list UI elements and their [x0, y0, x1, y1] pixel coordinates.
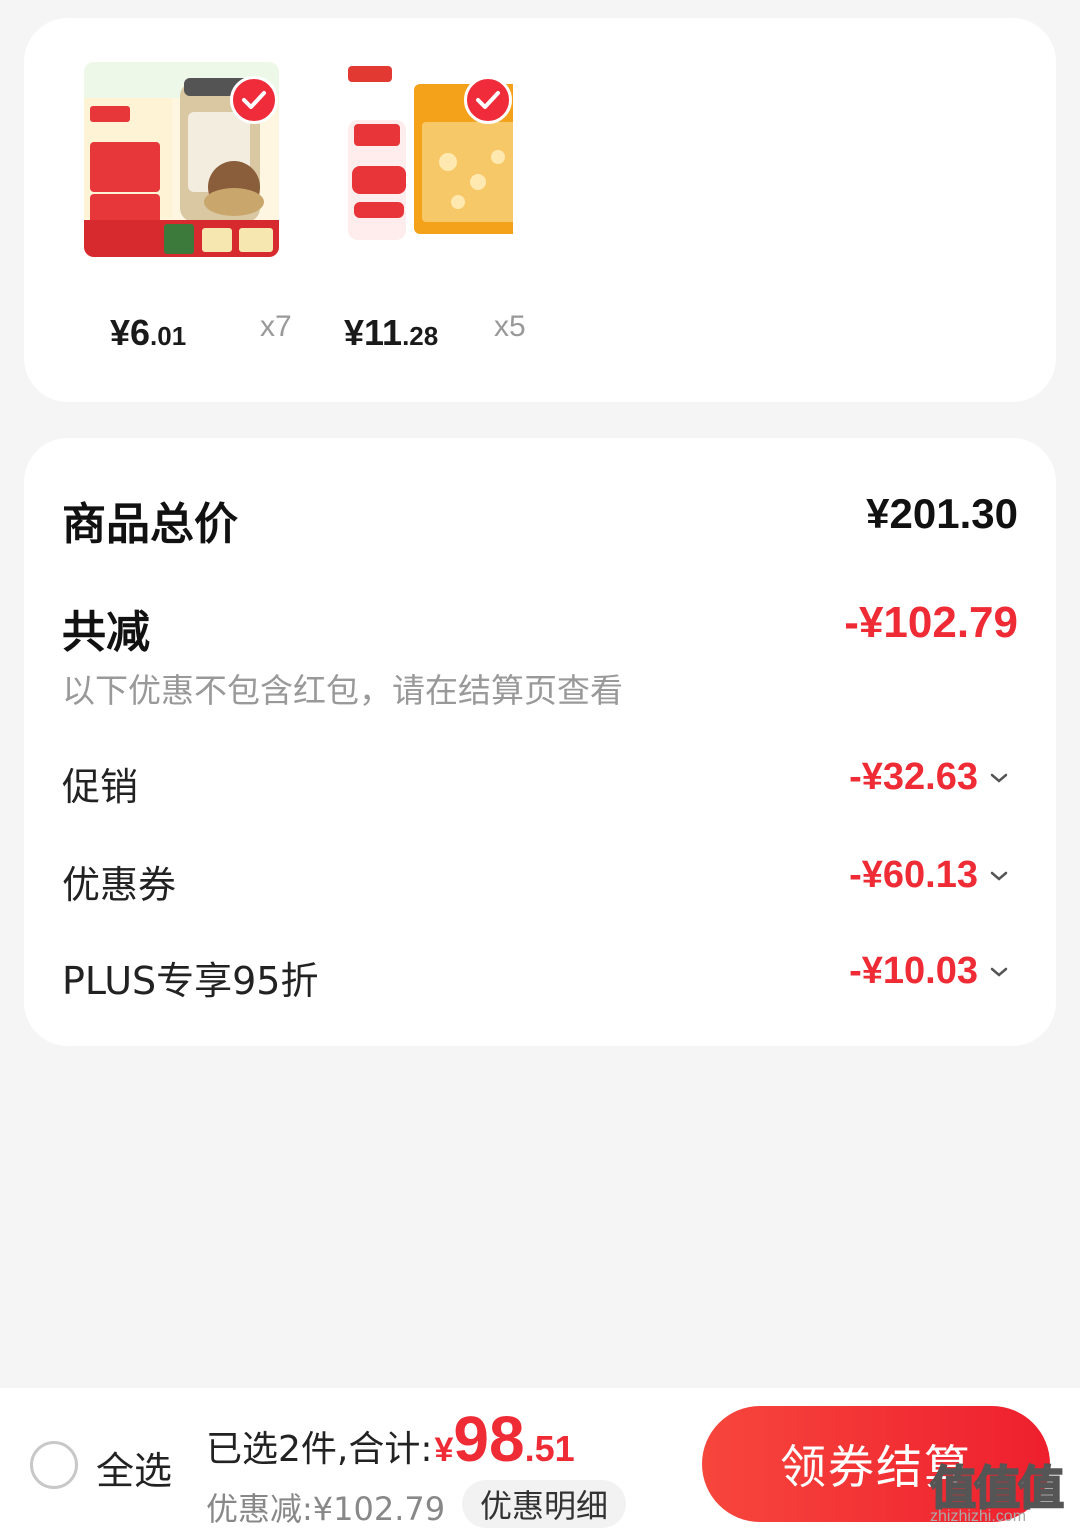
product-item[interactable]: ¥6.01 x7 [84, 62, 292, 362]
product-price: ¥11.28 [344, 312, 564, 372]
sum-integer: 98 [453, 1403, 525, 1475]
selected-summary: 已选2件,合计: ¥ 98 .51 [206, 1402, 575, 1476]
discount-detail-button[interactable]: 优惠明细 [462, 1480, 627, 1528]
watermark-site: zhizhizhi.com [930, 1508, 1027, 1525]
coupon-amount: -¥60.13 [849, 854, 978, 896]
plus-discount-value[interactable]: -¥10.03 [849, 950, 1010, 993]
sum-currency: ¥ [434, 1431, 454, 1469]
discount-amount-text: 优惠减:¥102.79 [206, 1490, 446, 1528]
promotion-label: 促销 [62, 765, 139, 809]
total-price-label: 商品总价 [62, 499, 238, 550]
product-image-sesame[interactable] [84, 62, 279, 257]
select-all-radio[interactable] [30, 1441, 78, 1489]
promotion-amount: -¥32.63 [849, 756, 978, 798]
total-reduce-label: 共减 [62, 607, 150, 658]
price-summary-card: 商品总价 ¥201.30 共减 -¥102.79 以下优惠不包含红包，请在结算页… [24, 438, 1056, 1046]
sum-decimal: .51 [524, 1428, 575, 1469]
product-price: ¥6.01 [110, 312, 330, 372]
coupon-value[interactable]: -¥60.13 [849, 854, 1010, 897]
product-image-rock-sugar[interactable] [318, 62, 513, 257]
price-decimal: .01 [150, 321, 187, 351]
total-reduce-value: -¥102.79 [844, 598, 1018, 647]
chevron-down-icon [990, 871, 1008, 881]
selected-count-text: 已选2件,合计: [206, 1429, 433, 1470]
product-quantity: x7 [260, 310, 292, 343]
chevron-down-icon [990, 773, 1008, 783]
selected-products-card: ¥6.01 x7 ¥11.28 x5 [24, 18, 1056, 402]
plus-discount-amount: -¥10.03 [849, 950, 978, 992]
selected-check-icon[interactable] [230, 76, 278, 124]
promotion-value[interactable]: -¥32.63 [849, 756, 1010, 799]
price-integer: ¥11 [344, 312, 403, 353]
product-quantity: x5 [494, 310, 526, 343]
plus-discount-label: PLUS专享95折 [62, 959, 319, 1003]
price-decimal: .28 [402, 321, 439, 351]
selected-check-icon[interactable] [464, 76, 512, 124]
select-all-label[interactable]: 全选 [96, 1440, 172, 1495]
total-price-value: ¥201.30 [866, 490, 1018, 537]
checkout-bar: 全选 已选2件,合计: ¥ 98 .51 优惠减:¥102.79 优惠明细 领券… [0, 1388, 1080, 1539]
site-watermark: 值值值 zhizhizhi.com [929, 1452, 1076, 1536]
product-item[interactable]: ¥11.28 x5 [318, 62, 526, 362]
price-integer: ¥6 [110, 312, 151, 353]
coupon-label: 优惠券 [62, 863, 177, 907]
discount-note: 以下优惠不包含红包，请在结算页查看 [62, 671, 623, 710]
chevron-down-icon [990, 967, 1008, 977]
